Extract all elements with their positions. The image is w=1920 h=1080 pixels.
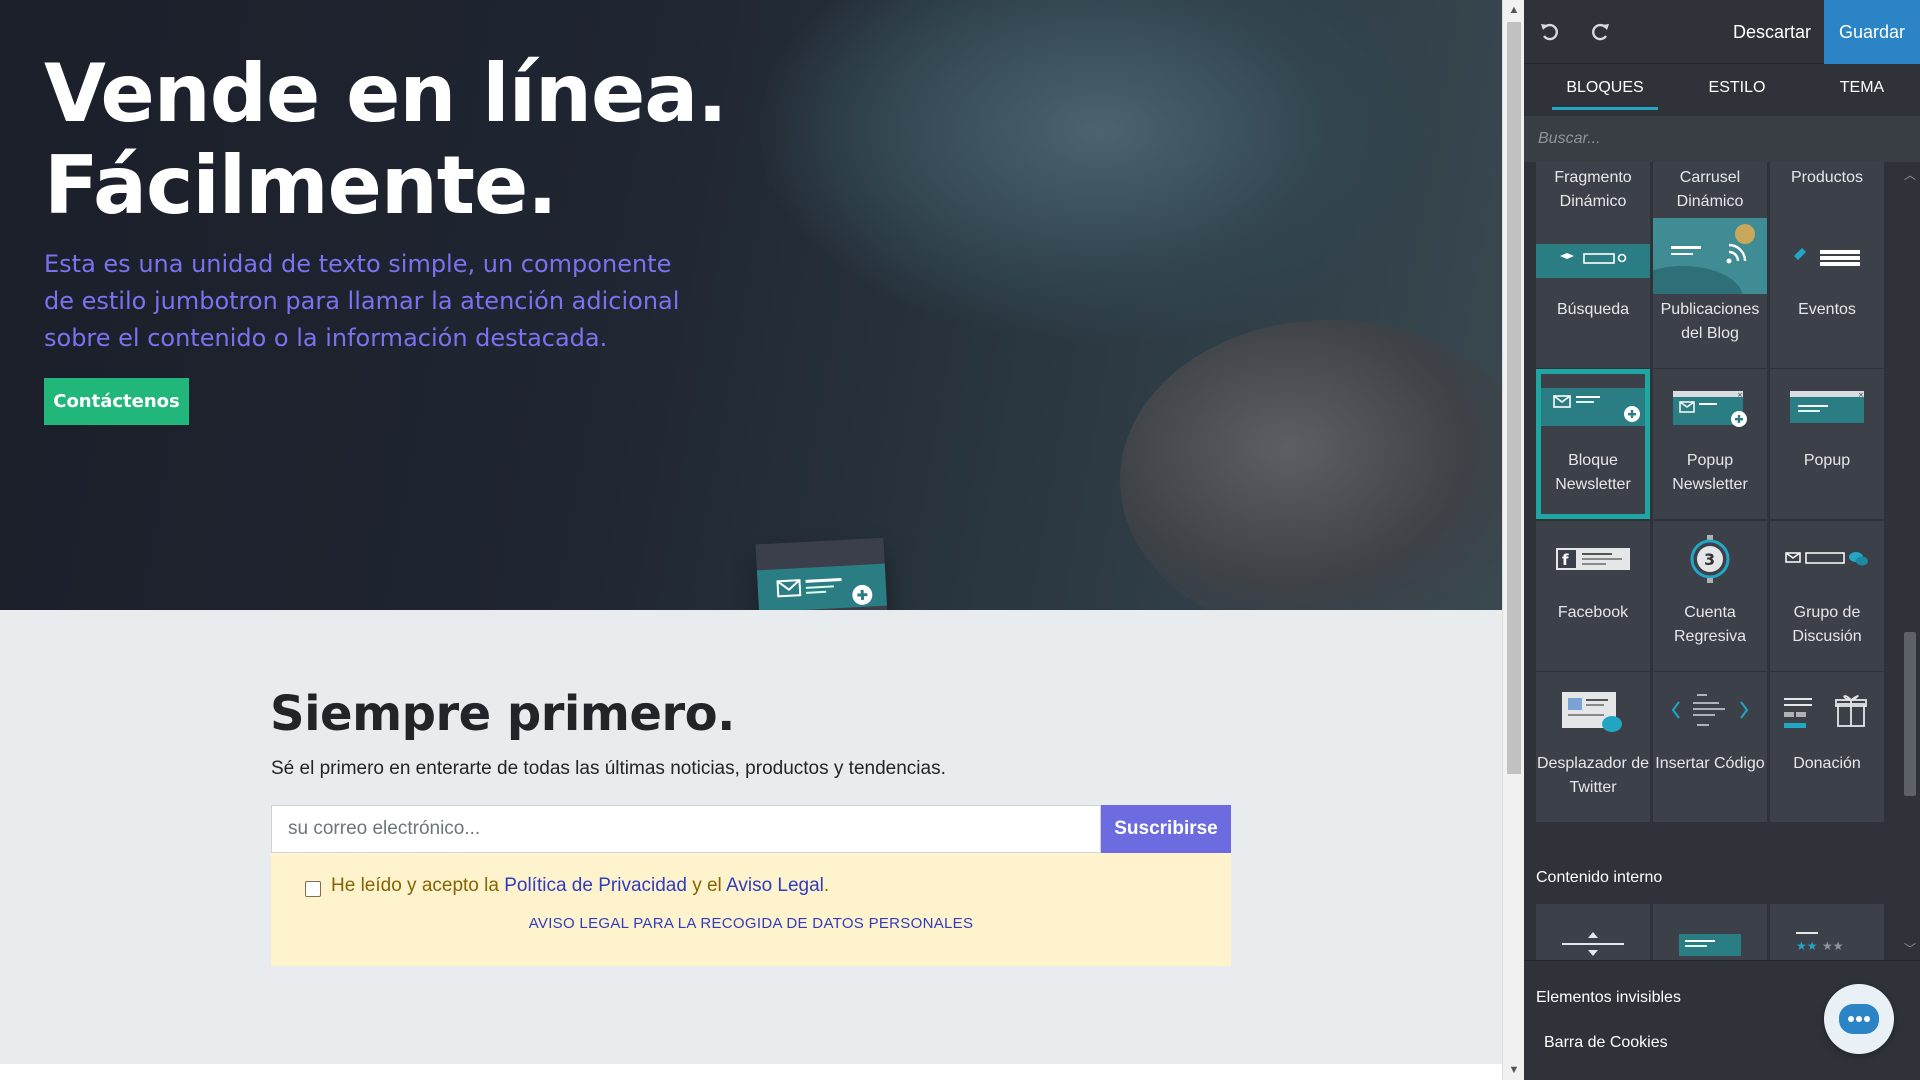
- block-bloque-newsletter[interactable]: Bloque Newsletter: [1536, 369, 1650, 519]
- consent-text: He leído y acepto la Política de Privaci…: [331, 875, 830, 896]
- email-input[interactable]: [271, 805, 1101, 853]
- inner-block-separator[interactable]: [1536, 904, 1650, 960]
- block-popup-newsletter[interactable]: × Popup Newsletter: [1653, 369, 1767, 519]
- tab-bloques[interactable]: BLOQUES: [1552, 64, 1658, 112]
- discard-button[interactable]: Descartar: [1722, 0, 1822, 64]
- canvas-footer-strip: [0, 1064, 1502, 1080]
- hero-background-image: [760, 0, 1440, 340]
- website-canvas: Vende en línea. Fácilmente. Esta es una …: [0, 0, 1502, 1080]
- inner-block-rating[interactable]: ★★ ★★: [1770, 904, 1884, 960]
- editor-panel: Descartar Guardar BLOQUES ESTILO TEMA Fr…: [1524, 0, 1920, 1080]
- donation-icon: [1770, 672, 1884, 748]
- chat-button[interactable]: [1824, 984, 1894, 1054]
- popup-icon: ×: [1770, 369, 1884, 445]
- block-publicaciones-blog[interactable]: Publicaciones del Blog: [1623, 218, 1767, 368]
- privacy-policy-link[interactable]: Política de Privacidad: [504, 875, 687, 896]
- block-cuenta-regresiva[interactable]: 3 Cuenta Regresiva: [1653, 521, 1767, 671]
- newsletter-subtitle: Sé el primero en enterarte de todas las …: [271, 758, 946, 779]
- block-facebook[interactable]: f Facebook: [1536, 521, 1650, 671]
- blocks-scrollbar-thumb[interactable]: [1904, 632, 1916, 796]
- hero-text: Esta es una unidad de texto simple, un c…: [44, 250, 680, 352]
- section-invisible-elements: Elementos invisibles: [1536, 989, 1681, 1006]
- svg-text:★★: ★★: [1796, 939, 1818, 953]
- block-fragmento-dinamico[interactable]: Fragmento Dinámico: [1536, 162, 1650, 222]
- block-carrusel-dinamico[interactable]: Carrusel Dinámico: [1653, 162, 1767, 222]
- tab-tema[interactable]: TEMA: [1814, 64, 1910, 112]
- block-grupo-discusion[interactable]: Grupo de Discusión: [1770, 521, 1884, 671]
- section-inner-content: Contenido interno: [1536, 869, 1663, 886]
- legal-notice-link[interactable]: Aviso Legal: [726, 875, 824, 896]
- blocks-list: Fragmento Dinámico Carrusel Dinámico Pro…: [1524, 162, 1920, 960]
- svg-text:3: 3: [1704, 550, 1715, 569]
- search-block-icon: [1536, 218, 1650, 294]
- inner-block-alert[interactable]: [1653, 904, 1767, 960]
- block-popup[interactable]: × Popup: [1770, 369, 1884, 519]
- hero-banner[interactable]: Vende en línea. Fácilmente. Esta es una …: [0, 0, 1502, 610]
- popup-newsletter-icon: ×: [1653, 369, 1767, 445]
- scroll-up-icon[interactable]: ▲: [1503, 0, 1525, 20]
- chevron-down-icon[interactable]: ﹀: [1900, 940, 1920, 957]
- code-embed-icon: [1653, 672, 1767, 748]
- svg-text:★★: ★★: [1822, 939, 1844, 953]
- events-icon: [1770, 218, 1884, 294]
- hero-title: Vende en línea. Fácilmente.: [44, 47, 728, 232]
- blog-posts-icon: [1623, 218, 1767, 330]
- save-button[interactable]: Guardar: [1824, 0, 1920, 64]
- block-insertar-codigo[interactable]: Insertar Código: [1653, 672, 1767, 822]
- newsletter-block-icon: [1536, 369, 1650, 445]
- newsletter-title: Siempre primero.: [270, 686, 735, 742]
- alert-icon: [1653, 904, 1767, 960]
- envelope-icon: [776, 577, 873, 605]
- editor-tabs: BLOQUES ESTILO TEMA: [1524, 64, 1920, 112]
- tab-estilo[interactable]: ESTILO: [1684, 64, 1790, 112]
- countdown-icon: 3: [1653, 521, 1767, 597]
- scroll-down-icon[interactable]: ▼: [1503, 1060, 1525, 1080]
- block-donacion[interactable]: Donación: [1770, 672, 1884, 822]
- twitter-scroller-icon: [1536, 672, 1650, 748]
- consent-checkbox[interactable]: [305, 881, 321, 897]
- hero-background-hand: [1120, 320, 1502, 610]
- block-productos[interactable]: Productos: [1770, 162, 1884, 222]
- svg-text:f: f: [1562, 551, 1569, 569]
- redo-icon[interactable]: [1586, 18, 1614, 46]
- canvas-scrollbar[interactable]: ▲ ▼: [1502, 0, 1524, 1080]
- rating-stars-icon: ★★ ★★: [1770, 904, 1884, 960]
- blocks-scrollbar[interactable]: ︿ ﹀: [1900, 162, 1920, 960]
- block-busqueda[interactable]: Búsqueda: [1536, 218, 1650, 368]
- editor-toolbar: Descartar Guardar: [1524, 0, 1920, 64]
- block-eventos[interactable]: Eventos: [1770, 218, 1884, 368]
- chat-bubble-icon: [1839, 1004, 1879, 1034]
- blocks-search-input[interactable]: [1524, 116, 1920, 162]
- facebook-icon: f: [1536, 521, 1650, 597]
- discussion-group-icon: [1770, 521, 1884, 597]
- consent-box: He leído y acepto la Política de Privaci…: [271, 853, 1231, 966]
- subscribe-button[interactable]: Suscribirse: [1101, 805, 1231, 853]
- newsletter-section[interactable]: Siempre primero. Sé el primero en entera…: [0, 610, 1502, 1064]
- separator-icon: [1536, 904, 1650, 960]
- legal-notice-caption: AVISO LEGAL PARA LA RECOGIDA DE DATOS PE…: [528, 915, 974, 932]
- chevron-up-icon[interactable]: ︿: [1900, 166, 1920, 183]
- invisible-item-cookie-bar[interactable]: Barra de Cookies: [1544, 1034, 1668, 1052]
- contact-button[interactable]: Contáctenos: [44, 378, 189, 425]
- canvas-scrollbar-thumb[interactable]: [1507, 22, 1521, 774]
- newsletter-form: Suscribirse: [271, 805, 1231, 853]
- block-desplazador-twitter[interactable]: Desplazador de Twitter: [1536, 672, 1650, 822]
- undo-icon[interactable]: [1536, 18, 1564, 46]
